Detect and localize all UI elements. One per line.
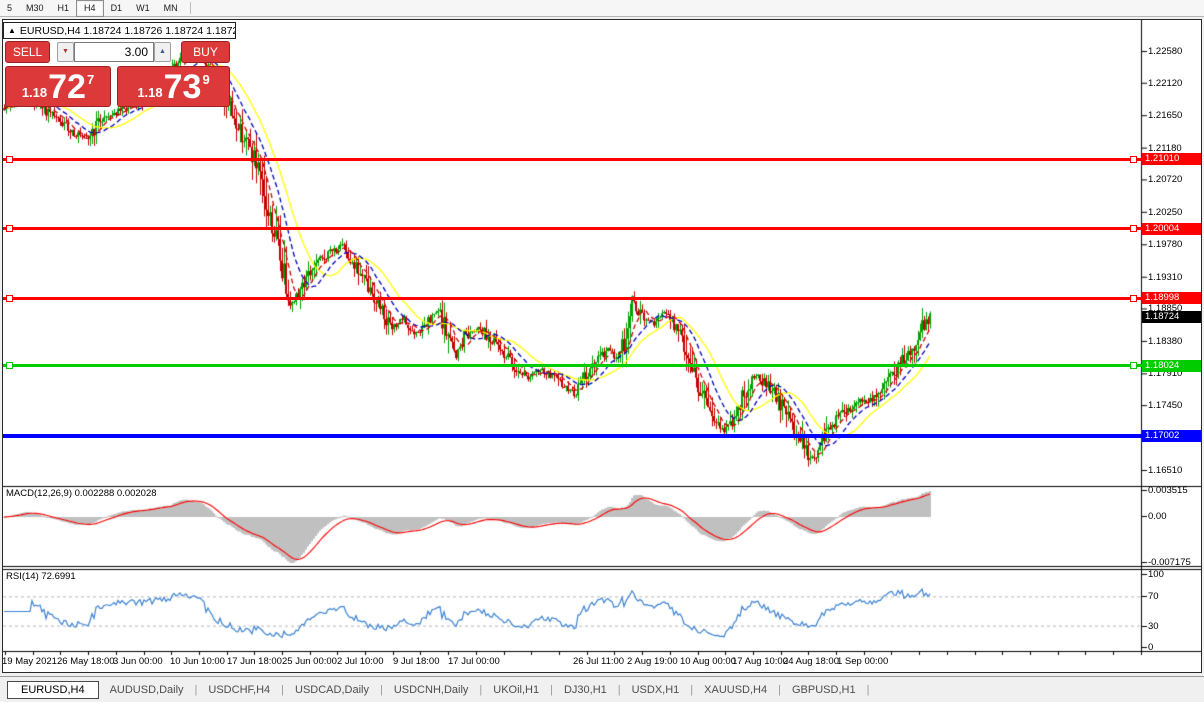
hline-1.18998[interactable] xyxy=(3,297,1142,300)
time-axis-label: 3 Jun 00:00 xyxy=(113,656,163,667)
price-tick-label: 1.16510 xyxy=(1148,465,1183,476)
tab-separator: | xyxy=(866,683,870,696)
rsi-indicator-label: RSI(14) 72.6991 xyxy=(6,571,76,582)
tab-xauusd-h4[interactable]: XAUUSD,H4 xyxy=(693,682,778,698)
time-axis-label: 9 Jul 18:00 xyxy=(393,656,440,667)
time-axis-label: 26 Jul 11:00 xyxy=(573,656,625,667)
rsi-axis-label: 0 xyxy=(1148,642,1154,653)
tab-ukoil-h1[interactable]: UKOil,H1 xyxy=(482,682,550,698)
price-chart-canvas[interactable] xyxy=(3,20,1201,672)
timeframe-button-h1[interactable]: H1 xyxy=(51,1,77,16)
time-axis-label: 1 Sep 00:00 xyxy=(837,656,889,667)
timeframe-button-mn[interactable]: MN xyxy=(157,1,185,16)
line-price-label: 1.17002 xyxy=(1142,430,1201,442)
buy-price-big: 73 xyxy=(163,68,202,106)
tab-usdchf-h4[interactable]: USDCHF,H4 xyxy=(197,682,281,698)
price-tick-label: 1.19780 xyxy=(1148,239,1183,251)
hline-1.21010[interactable] xyxy=(3,158,1142,161)
sell-price-prefix: 1.18 xyxy=(21,85,48,100)
sell-quote-panel[interactable]: 1.18 72 7 xyxy=(5,66,111,107)
rsi-axis-label: 70 xyxy=(1148,591,1159,602)
macd-axis-label: 0.003515 xyxy=(1148,485,1188,496)
hline-marker[interactable] xyxy=(6,295,13,302)
tab-usdx-h1[interactable]: USDX,H1 xyxy=(621,682,691,698)
hline-marker[interactable] xyxy=(1130,225,1137,232)
hline-marker[interactable] xyxy=(6,362,13,369)
time-axis-label: 24 Aug 18:00 xyxy=(783,656,839,667)
hline-1.20004[interactable] xyxy=(3,227,1142,230)
tab-gbpusd-h1[interactable]: GBPUSD,H1 xyxy=(781,682,867,698)
price-tick-label: 1.20720 xyxy=(1148,174,1183,186)
buy-price-pipette: 9 xyxy=(202,72,210,87)
macd-axis-label: 0.00 xyxy=(1148,511,1167,522)
price-tick-label: 1.22120 xyxy=(1148,77,1183,89)
price-tick-label: 1.22580 xyxy=(1148,46,1183,57)
line-price-label: 1.18998 xyxy=(1142,292,1201,304)
chart-header-text: EURUSD,H4 1.18724 1.18726 1.18724 1.1872… xyxy=(19,24,236,37)
hline-1.17002[interactable] xyxy=(3,434,1142,438)
trading-terminal: 5 M30 H1 H4 D1 W1 MN 1.22580 1.22120 1.21650 1.21… xyxy=(0,0,1204,702)
timeframe-toolbar: 5 M30 H1 H4 D1 W1 MN xyxy=(0,0,1204,17)
tab-eurusd-h4[interactable]: EURUSD,H4 xyxy=(7,680,99,699)
rsi-axis-label: 100 xyxy=(1148,569,1164,580)
hline-marker[interactable] xyxy=(6,156,13,163)
volume-input[interactable] xyxy=(74,42,154,62)
hline-1.18024[interactable] xyxy=(3,364,1142,367)
price-tick-label: 1.19310 xyxy=(1148,271,1183,283)
price-tick-label: 1.18380 xyxy=(1148,335,1183,347)
buy-quote-panel[interactable]: 1.18 73 9 xyxy=(117,66,230,107)
sell-price-pipette: 7 xyxy=(86,72,95,87)
tab-usdcnh-daily[interactable]: USDCNH,Daily xyxy=(383,682,480,698)
hline-marker[interactable] xyxy=(1130,362,1137,369)
time-axis-label: 2 Aug 19:00 xyxy=(627,656,678,667)
one-click-trading-widget: SELL ▼ ▲ BUY 1.18 72 7 1.18 73 9 xyxy=(3,41,232,108)
chart-window: 1.22580 1.22120 1.21650 1.21180 1.20720 1.202… xyxy=(2,19,1202,673)
price-tick-label: 1.21650 xyxy=(1148,110,1183,122)
buy-button[interactable]: BUY xyxy=(181,41,230,63)
line-price-label: 1.18024 xyxy=(1142,360,1201,372)
price-tick-label: 1.21180 xyxy=(1148,142,1182,154)
timeframe-button-m30[interactable]: M30 xyxy=(19,1,51,16)
volume-increase-button[interactable]: ▲ xyxy=(154,42,171,62)
tab-audusd-daily[interactable]: AUDUSD,Daily xyxy=(99,682,195,698)
toolbar-separator xyxy=(189,2,191,14)
timeframe-button-h4[interactable]: H4 xyxy=(76,0,104,17)
macd-axis-label: -0.007175 xyxy=(1148,557,1191,568)
price-tick-label: 1.17450 xyxy=(1148,400,1183,412)
time-axis-label: 17 Jun 18:00 xyxy=(227,656,282,667)
time-axis-label: 17 Aug 10:00 xyxy=(732,656,788,667)
time-axis-label: 10 Aug 00:00 xyxy=(680,656,736,667)
timeframe-button-w1[interactable]: W1 xyxy=(129,1,157,16)
hline-marker[interactable] xyxy=(6,225,13,232)
tab-usdcad-daily[interactable]: USDCAD,Daily xyxy=(284,682,380,698)
time-axis-label: 17 Jul 00:00 xyxy=(448,656,500,667)
time-axis-label: 19 May 2021 xyxy=(2,656,57,667)
rsi-axis-label: 30 xyxy=(1148,621,1159,632)
time-axis-label: 2 Jul 10:00 xyxy=(337,656,384,667)
time-axis-label: 25 Jun 00:00 xyxy=(282,656,337,667)
macd-indicator-label: MACD(12,26,9) 0.002288 0.002028 xyxy=(6,488,157,499)
hline-marker[interactable] xyxy=(1130,156,1137,163)
tab-dj30-h1[interactable]: DJ30,H1 xyxy=(553,682,618,698)
chart-header: ▲ EURUSD,H4 1.18724 1.18726 1.18724 1.18… xyxy=(3,22,236,39)
hline-marker[interactable] xyxy=(1130,295,1137,302)
buy-price-prefix: 1.18 xyxy=(137,85,163,100)
timeframe-button-5[interactable]: 5 xyxy=(0,1,19,16)
chart-tab-bar: EURUSD,H4 AUDUSD,Daily | USDCHF,H4 | USDCAD,D… xyxy=(0,676,1204,702)
sell-button[interactable]: SELL xyxy=(5,41,50,63)
time-axis-label: 10 Jun 10:00 xyxy=(170,656,225,667)
line-price-label: 1.20004 xyxy=(1142,223,1201,235)
price-tick-label: 1.20250 xyxy=(1148,206,1183,218)
collapse-triangle-icon[interactable]: ▲ xyxy=(8,26,16,35)
line-price-label: 1.21010 xyxy=(1142,153,1201,165)
current-price-label: 1.18724 xyxy=(1142,311,1201,323)
sell-price-big: 72 xyxy=(48,68,86,106)
volume-decrease-button[interactable]: ▼ xyxy=(57,42,74,62)
timeframe-button-d1[interactable]: D1 xyxy=(104,1,130,16)
time-axis-label: 26 May 18:00 xyxy=(57,656,115,667)
